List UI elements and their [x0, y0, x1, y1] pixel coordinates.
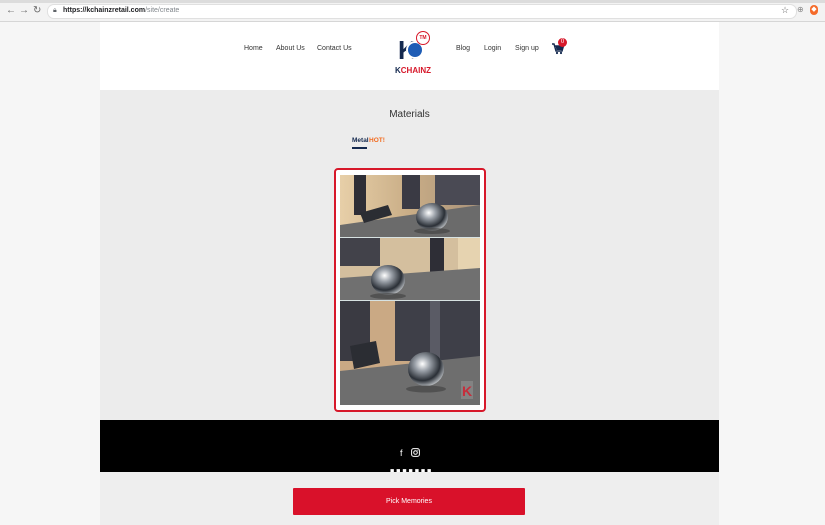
brave-shield-icon[interactable]: ◆	[810, 5, 818, 15]
nav-home[interactable]: Home	[244, 45, 263, 52]
tab-metal[interactable]: Metal	[352, 137, 369, 144]
nav-about-us[interactable]: About Us	[276, 45, 305, 52]
selected-material-card[interactable]: K	[334, 168, 486, 412]
bookmark-star-icon[interactable]: ☆	[781, 5, 789, 16]
forward-icon[interactable]: →	[19, 5, 29, 16]
browser-toolbar: ← → ↻ 🔒︎ https://kchainzretail.com/site/…	[0, 0, 825, 22]
kchainz-logo[interactable]: K TM KCHAINZ	[394, 31, 434, 79]
material-preview-image: K	[340, 175, 480, 405]
nav-login[interactable]: Login	[484, 45, 501, 52]
tab-strip	[0, 0, 825, 3]
cart-count-badge: 0	[558, 38, 567, 47]
facebook-icon[interactable]: f	[400, 448, 403, 458]
site-footer: f ■ ■ ■ ■ ■ ■ ■	[100, 420, 719, 472]
logo-wordmark: KCHAINZ	[395, 66, 431, 75]
url-path: /site/create	[145, 7, 180, 14]
metal-ball-photo-2	[340, 238, 480, 301]
instagram-icon[interactable]	[411, 448, 420, 459]
svg-text:K: K	[462, 383, 472, 399]
hot-badge: HOT!	[369, 137, 385, 144]
page-container: Home About Us Contact Us K TM KCHAINZ Bl…	[100, 22, 719, 525]
lock-icon: 🔒︎	[53, 7, 57, 14]
metal-ball-photo-3: K	[340, 301, 480, 405]
nav-blog[interactable]: Blog	[456, 45, 470, 52]
nav-contact-us[interactable]: Contact Us	[317, 45, 352, 52]
action-bar: Pick Memories	[100, 472, 719, 525]
extension-icon[interactable]: ⊕	[797, 5, 804, 14]
site-header: Home About Us Contact Us K TM KCHAINZ Bl…	[100, 22, 719, 90]
back-icon[interactable]: ←	[6, 5, 16, 16]
url-host: https://kchainzretail.com	[63, 7, 146, 14]
pick-memories-button[interactable]: Pick Memories	[293, 488, 525, 515]
address-bar[interactable]: 🔒︎ https://kchainzretail.com/site/create	[47, 4, 797, 19]
nav-sign-up[interactable]: Sign up	[515, 45, 539, 52]
active-tab-indicator	[352, 147, 367, 149]
reload-icon[interactable]: ↻	[33, 5, 41, 16]
trademark-badge: TM	[416, 31, 430, 45]
page-title: Materials	[389, 109, 430, 120]
metal-ball-photo-1	[340, 175, 480, 238]
url-text[interactable]: https://kchainzretail.com/site/create	[63, 7, 179, 14]
